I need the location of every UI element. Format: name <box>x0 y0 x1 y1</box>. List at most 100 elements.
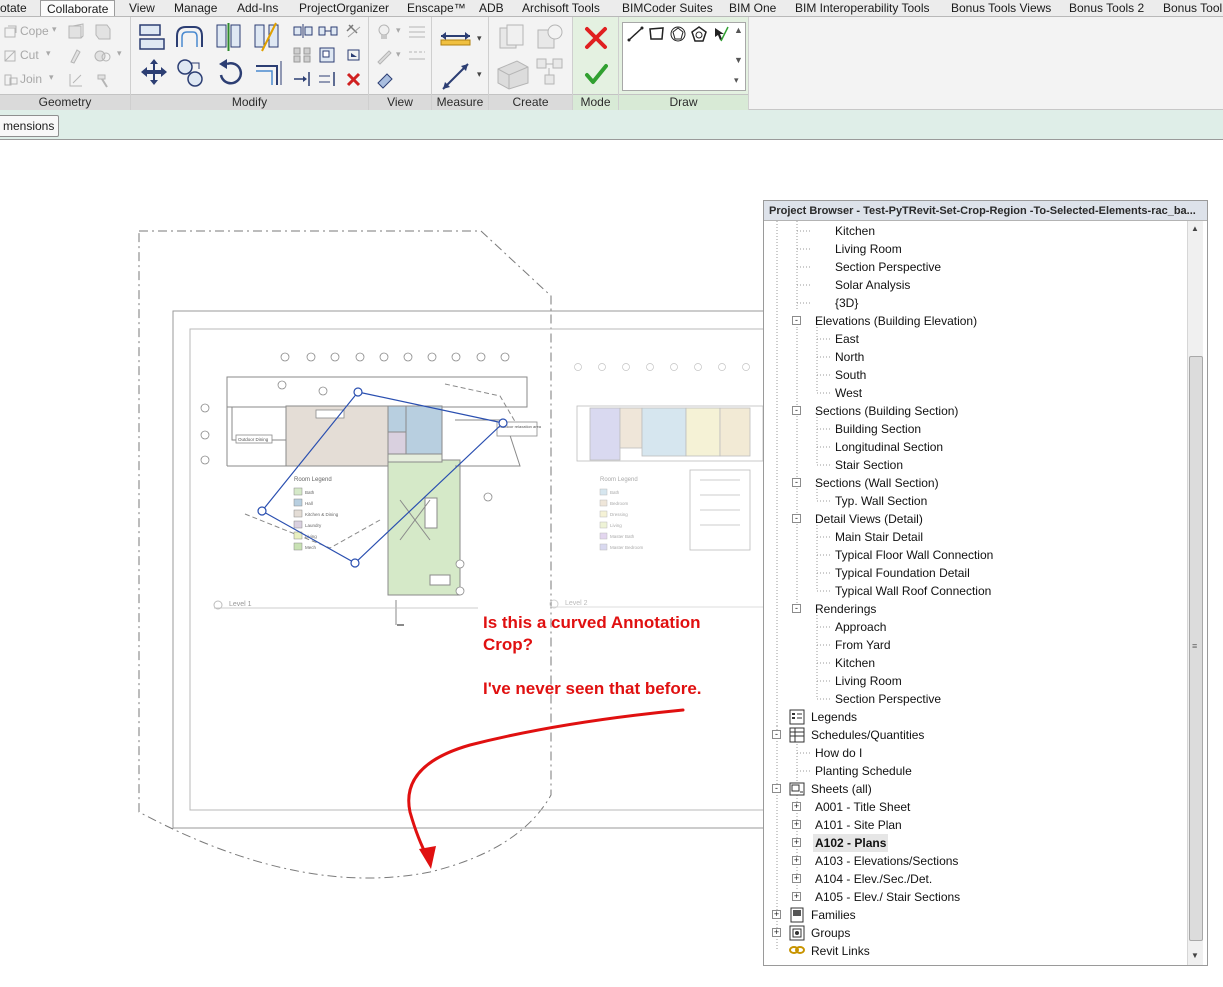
line-icon[interactable] <box>627 25 645 43</box>
demolish-icon[interactable] <box>93 47 113 65</box>
tree-group-families[interactable]: Families <box>811 906 856 924</box>
create-similar-icon[interactable] <box>535 22 565 52</box>
hammer-icon[interactable] <box>93 71 113 89</box>
tree-item-approach[interactable]: Approach <box>835 618 886 636</box>
tree-item-a102-selected[interactable]: A102 - Plans <box>813 834 889 852</box>
draw-gallery-up-icon[interactable]: ▲ <box>734 25 743 35</box>
array-icon[interactable] <box>293 47 313 63</box>
tree-item-a101[interactable]: A101 - Site Plan <box>815 816 902 834</box>
dimension-dropdown-icon[interactable]: ▾ <box>477 69 482 80</box>
split-face-icon[interactable] <box>67 23 87 41</box>
linework-icon[interactable] <box>375 47 393 65</box>
tree-item-3d[interactable]: {3D} <box>835 294 858 312</box>
tab-bonus-tool[interactable]: Bonus Tool <box>1163 0 1222 16</box>
cope-icon[interactable] <box>4 25 18 39</box>
tree-item-main-stair-detail[interactable]: Main Stair Detail <box>835 528 923 546</box>
cut-icon[interactable] <box>4 49 18 63</box>
tree-item-stair-section[interactable]: Stair Section <box>835 456 903 474</box>
edit-dimensions-button[interactable]: mensions <box>0 115 60 137</box>
tree-item-south[interactable]: South <box>835 366 866 384</box>
rotate-icon[interactable] <box>215 57 245 89</box>
join-icon[interactable] <box>4 73 18 87</box>
tree-item-typical-wall-roof-connection[interactable]: Typical Wall Roof Connection <box>835 582 991 600</box>
tree-item-rendering-kitchen[interactable]: Kitchen <box>835 654 875 672</box>
finish-edit-mode-icon[interactable] <box>584 62 608 86</box>
tree-group-sheets[interactable]: Sheets (all) <box>811 780 872 798</box>
align-icon[interactable] <box>137 22 167 52</box>
tree-item-kitchen[interactable]: Kitchen <box>835 222 875 240</box>
mirror-draw-axis-icon[interactable] <box>252 21 282 53</box>
move-icon[interactable] <box>139 57 169 87</box>
tab-adb[interactable]: ADB <box>479 0 504 16</box>
expand-a104-icon[interactable]: + <box>792 874 801 883</box>
split-element-icon[interactable] <box>293 23 313 39</box>
trim-extend-corner-icon[interactable] <box>253 57 285 89</box>
expand-a102-icon[interactable]: + <box>792 838 801 847</box>
tab-annotate[interactable]: otate <box>0 0 27 16</box>
draw-gallery-expand-icon[interactable]: ▾ <box>734 75 739 86</box>
collapse-elevations-icon[interactable]: - <box>792 316 801 325</box>
join-dropdown-icon[interactable]: ▾ <box>49 72 54 83</box>
tree-item-how-do-i[interactable]: How do I <box>815 744 862 762</box>
cut-dropdown-icon[interactable]: ▾ <box>46 48 51 59</box>
cancel-edit-mode-icon[interactable] <box>584 26 608 50</box>
expand-a103-icon[interactable]: + <box>792 856 801 865</box>
tree-item-typical-floor-wall-connection[interactable]: Typical Floor Wall Connection <box>835 546 993 564</box>
drawing-canvas[interactable]: Outdoor Dining Outdoor relaxation area R… <box>0 141 763 987</box>
remove-paint-icon[interactable] <box>67 71 87 89</box>
rectangle-icon[interactable] <box>648 25 666 43</box>
trim-extend-multiple-icon[interactable] <box>318 71 338 87</box>
collapse-schedules-icon[interactable]: - <box>772 730 781 739</box>
circumscribed-polygon-icon[interactable] <box>690 25 708 43</box>
mirror-pick-axis-icon[interactable] <box>214 21 244 53</box>
tree-item-typical-foundation-detail[interactable]: Typical Foundation Detail <box>835 564 970 582</box>
tree-group-schedules[interactable]: Schedules/Quantities <box>811 726 924 744</box>
tree-item-rendering-section-perspective[interactable]: Section Perspective <box>835 690 941 708</box>
offset-icon[interactable] <box>174 22 206 52</box>
create-assembly-icon[interactable] <box>535 57 565 87</box>
cope-dropdown-icon[interactable]: ▾ <box>52 24 57 35</box>
tab-bonus-tools-2[interactable]: Bonus Tools 2 <box>1069 0 1144 16</box>
trim-extend-single-icon[interactable] <box>293 71 313 87</box>
tab-add-ins[interactable]: Add-Ins <box>237 0 278 16</box>
thin-lines-icon[interactable] <box>407 23 427 41</box>
tree-item-a001[interactable]: A001 - Title Sheet <box>815 798 910 816</box>
tree-item-typ-wall-section[interactable]: Typ. Wall Section <box>835 492 927 510</box>
tree-group-revit-links[interactable]: Revit Links <box>811 942 870 960</box>
measure-dropdown-icon[interactable]: ▾ <box>477 33 482 44</box>
tree-item-a103[interactable]: A103 - Elevations/Sections <box>815 852 958 870</box>
tree-group-renderings[interactable]: Renderings <box>815 600 876 618</box>
copy-icon[interactable] <box>175 57 205 89</box>
demolish-dropdown-icon[interactable]: ▾ <box>117 48 122 59</box>
tab-collaborate[interactable]: Collaborate <box>40 0 116 16</box>
tree-item-east[interactable]: East <box>835 330 859 348</box>
show-hidden-lines-icon[interactable] <box>407 47 427 65</box>
expand-families-icon[interactable]: + <box>772 910 781 919</box>
paint-icon[interactable] <box>67 47 87 65</box>
tree-item-a105[interactable]: A105 - Elev./ Stair Sections <box>815 888 960 906</box>
pick-lines-icon[interactable] <box>711 25 729 43</box>
scroll-up-icon[interactable]: ▲ <box>1191 224 1199 233</box>
tab-bim-one[interactable]: BIM One <box>729 0 776 16</box>
measure-between-points-icon[interactable] <box>438 22 474 50</box>
create-group-icon[interactable] <box>497 22 527 52</box>
tab-projectorganizer[interactable]: ProjectOrganizer <box>299 0 389 16</box>
tree-item-west[interactable]: West <box>835 384 862 402</box>
lightbulb-icon[interactable] <box>375 23 393 41</box>
draw-gallery-down-icon[interactable]: ▼ <box>734 55 743 65</box>
tab-manage[interactable]: Manage <box>174 0 217 16</box>
tab-archisoft-tools[interactable]: Archisoft Tools <box>522 0 600 16</box>
split-with-gap-icon[interactable] <box>318 23 338 39</box>
tab-enscape[interactable]: Enscape™ <box>407 0 466 16</box>
tab-view[interactable]: View <box>129 0 155 16</box>
expand-a105-icon[interactable]: + <box>792 892 801 901</box>
cut-profile-icon[interactable] <box>375 71 395 89</box>
wall-joins-icon[interactable] <box>93 23 113 41</box>
collapse-sections-building-icon[interactable]: - <box>792 406 801 415</box>
tree-group-elevations[interactable]: Elevations (Building Elevation) <box>815 312 977 330</box>
tree-group-sections-building[interactable]: Sections (Building Section) <box>815 402 958 420</box>
scale-icon[interactable] <box>318 47 338 63</box>
tree-item-from-yard[interactable]: From Yard <box>835 636 891 654</box>
create-parts-icon[interactable] <box>495 57 531 91</box>
tree-group-sections-wall[interactable]: Sections (Wall Section) <box>815 474 939 492</box>
